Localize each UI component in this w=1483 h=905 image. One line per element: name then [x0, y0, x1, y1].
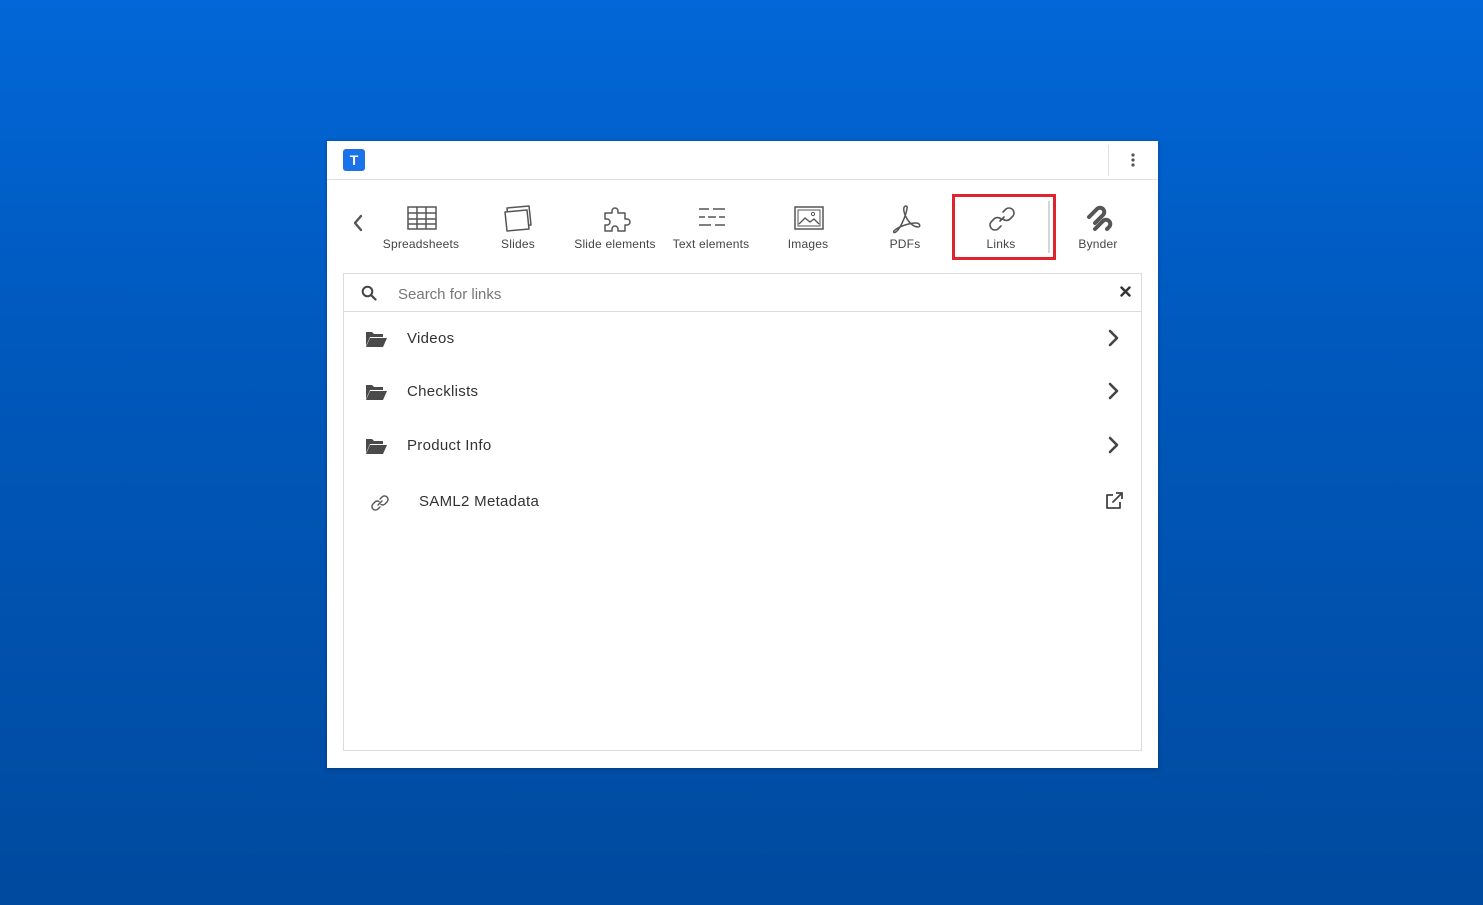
folder-open-icon: [366, 332, 387, 347]
search-input[interactable]: [396, 280, 1090, 308]
tool-links[interactable]: Links: [953, 197, 1049, 257]
list-item-label: Product Info: [407, 437, 492, 454]
list-item-folder[interactable]: Videos: [344, 313, 1141, 365]
chevron-left-icon: [353, 214, 363, 232]
link-icon: [371, 495, 389, 511]
scroll-divider: [1048, 201, 1050, 253]
list-item-link[interactable]: SAML2 Metadata: [344, 476, 1141, 528]
spreadsheet-icon: [407, 206, 437, 230]
bynder-icon: [1087, 205, 1113, 231]
text-elements-icon: [699, 208, 725, 226]
tool-spreadsheets[interactable]: Spreadsheets: [373, 197, 469, 257]
tool-text-elements[interactable]: Text elements: [663, 197, 759, 257]
links-list-container: Videos Checklists Product Info: [343, 273, 1142, 751]
asset-type-toolbar: Spreadsheets Slides Slide elements Text …: [327, 181, 1158, 271]
header-divider: [1108, 145, 1109, 176]
puzzle-icon: [604, 207, 631, 232]
tool-slides[interactable]: Slides: [470, 197, 566, 257]
tool-label: Images: [787, 237, 829, 251]
chevron-right-icon: [1108, 436, 1119, 454]
chevron-right-icon: [1108, 329, 1119, 347]
tool-images[interactable]: Images: [760, 197, 856, 257]
tool-label: Links: [986, 237, 1016, 251]
panel-header: T: [327, 141, 1158, 180]
tool-label: PDFs: [889, 237, 921, 251]
tool-label: Bynder: [1078, 237, 1118, 251]
tool-label: Spreadsheets: [382, 237, 460, 251]
chevron-right-icon: [1108, 382, 1119, 400]
folder-open-icon: [366, 385, 387, 400]
scroll-left-button[interactable]: [347, 211, 369, 235]
tool-bynder[interactable]: Bynder: [1050, 197, 1146, 257]
slides-icon: [504, 205, 532, 232]
pdf-icon: [892, 205, 921, 234]
vertical-dots-icon: [1131, 153, 1135, 167]
link-icon: [989, 207, 1015, 231]
list-item-label: SAML2 Metadata: [419, 493, 540, 510]
external-link-icon[interactable]: [1104, 491, 1124, 511]
search-icon: [361, 285, 377, 301]
tool-label: Text elements: [672, 237, 750, 251]
app-logo: T: [343, 149, 365, 171]
folder-open-icon: [366, 439, 387, 454]
list-item-folder[interactable]: Checklists: [344, 366, 1141, 418]
image-icon: [794, 206, 824, 230]
list-item-folder[interactable]: Product Info: [344, 420, 1141, 472]
tool-slide-elements[interactable]: Slide elements: [567, 197, 663, 257]
more-options-button[interactable]: [1122, 149, 1144, 171]
list-item-label: Videos: [407, 330, 455, 347]
close-icon: [1119, 285, 1131, 297]
tool-pdfs[interactable]: PDFs: [857, 197, 953, 257]
tool-label: Slide elements: [574, 237, 656, 251]
clear-search-button[interactable]: [1116, 282, 1134, 300]
search-bar: [344, 274, 1141, 312]
tool-label: Slides: [501, 237, 535, 251]
list-item-label: Checklists: [407, 383, 479, 400]
links-panel: T Spreadsheets Slides Slide elements Tex…: [327, 141, 1158, 768]
